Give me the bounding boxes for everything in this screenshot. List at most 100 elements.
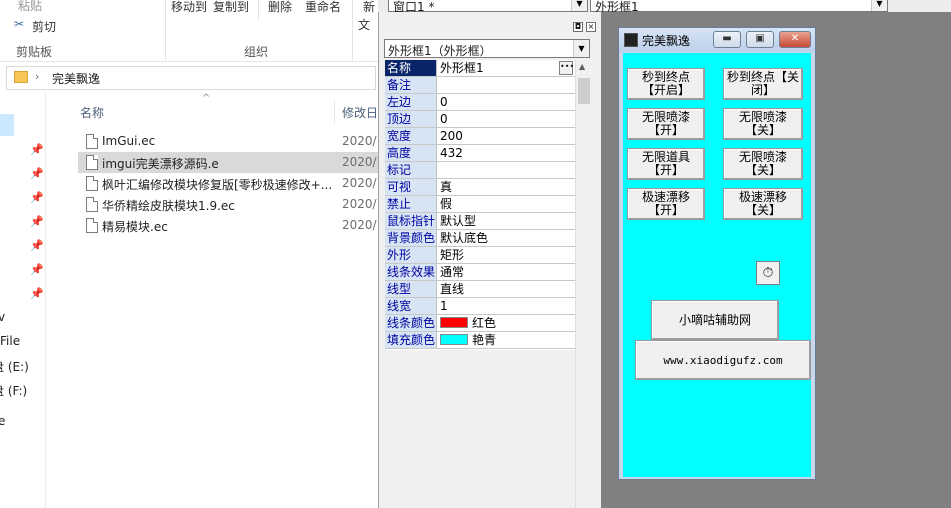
pin-icon[interactable]: 📌: [30, 143, 44, 156]
fast-drift-on-button[interactable]: 极速漂移【开】: [627, 188, 705, 220]
nav-item[interactable]: File: [0, 334, 20, 348]
paste-button[interactable]: 粘贴: [18, 0, 42, 14]
ribbon-divider: [352, 0, 353, 60]
property-value[interactable]: 直线: [440, 281, 464, 297]
file-date: 2020/: [342, 197, 377, 211]
copy-to-button[interactable]: 复制到: [213, 0, 249, 15]
property-panel: ◘ × 外形框1（外形框） ▼ 名称 外形框1 ••• 备注 左边 0 顶边 0…: [378, 12, 602, 508]
window-titlebar[interactable]: 完美飘逸 ▬ ▣ ✕: [619, 28, 815, 52]
window-select[interactable]: 窗口1 * ▼: [388, 0, 588, 14]
scrollbar-thumb[interactable]: [578, 78, 590, 104]
chevron-down-icon[interactable]: ▼: [571, 0, 587, 11]
close-icon[interactable]: ×: [586, 22, 596, 32]
property-value[interactable]: 假: [440, 196, 452, 212]
file-name: 枫叶汇编修改模块修复版[零秒极速修改+...: [102, 178, 333, 192]
file-row[interactable]: 精易模块.ec 2020/: [78, 215, 378, 236]
property-row[interactable]: 外形 矩形: [385, 247, 575, 264]
file-row[interactable]: ImGui.ec 2020/: [78, 131, 378, 152]
property-value[interactable]: 默认型: [440, 213, 476, 229]
file-date: 2020/: [342, 134, 377, 148]
infinite-nitro-off-button-2[interactable]: 无限喷漆【关】: [723, 148, 803, 180]
chevron-down-icon[interactable]: ▼: [871, 0, 887, 11]
infinite-nitro-on-button[interactable]: 无限喷漆【开】: [627, 108, 705, 140]
property-row[interactable]: 线条效果 通常: [385, 264, 575, 281]
nav-selected-item[interactable]: [0, 114, 14, 136]
property-row[interactable]: 备注: [385, 77, 575, 94]
property-row[interactable]: 背景颜色 默认底色: [385, 230, 575, 247]
property-row[interactable]: 宽度 200: [385, 128, 575, 145]
scroll-up-icon[interactable]: ▲: [579, 62, 585, 71]
property-value[interactable]: 1: [440, 298, 448, 314]
pin-icon[interactable]: 📌: [30, 239, 44, 252]
property-value[interactable]: 红色: [440, 315, 496, 331]
property-value[interactable]: 矩形: [440, 247, 464, 263]
property-row[interactable]: 线宽 1: [385, 298, 575, 315]
nav-item-drive-f[interactable]: 盘 (F:): [0, 382, 27, 399]
timer-icon[interactable]: ⏱: [756, 261, 780, 285]
property-row[interactable]: 高度 432: [385, 145, 575, 162]
new-button[interactable]: 新: [363, 0, 375, 15]
pin-icon[interactable]: 📌: [30, 287, 44, 300]
restore-icon[interactable]: ◘: [573, 22, 583, 32]
file-row[interactable]: imgui完美漂移源码.e 2020/: [78, 152, 378, 173]
property-row[interactable]: 禁止 假: [385, 196, 575, 213]
control-select[interactable]: 外形框1 ▼: [590, 0, 888, 14]
pin-icon[interactable]: 📌: [30, 215, 44, 228]
pin-icon[interactable]: 📌: [30, 167, 44, 180]
designed-window[interactable]: 完美飘逸 ▬ ▣ ✕ 秒到终点【开启】 秒到终点【关闭】 无限喷漆【开】 无限喷…: [618, 27, 816, 480]
file-row[interactable]: 华侨精绘皮肤模块1.9.ec 2020/: [78, 194, 378, 215]
minimize-button[interactable]: ▬: [713, 31, 741, 48]
property-row[interactable]: 可视 真: [385, 179, 575, 196]
pin-icon[interactable]: 📌: [30, 263, 44, 276]
property-row[interactable]: 鼠标指针 默认型: [385, 213, 575, 230]
breadcrumb[interactable]: 完美飘逸: [52, 70, 100, 87]
nav-item[interactable]: e: [0, 414, 5, 428]
property-value[interactable]: 200: [440, 128, 463, 144]
pin-icon[interactable]: 📌: [30, 191, 44, 204]
file-row[interactable]: 枫叶汇编修改模块修复版[零秒极速修改+... 2020/: [78, 173, 378, 194]
property-row[interactable]: 顶边 0: [385, 111, 575, 128]
address-bar[interactable]: › 完美飘逸: [0, 63, 378, 91]
close-button[interactable]: ✕: [779, 31, 811, 48]
delete-button[interactable]: 删除: [268, 0, 292, 15]
rename-button[interactable]: 重命名: [305, 0, 341, 15]
property-value[interactable]: 432: [440, 145, 463, 161]
column-name[interactable]: 名称: [80, 104, 104, 121]
property-value[interactable]: 0: [440, 94, 448, 110]
cut-button[interactable]: 剪切: [32, 18, 56, 35]
instant-finish-on-button[interactable]: 秒到终点【开启】: [627, 68, 705, 100]
chevron-down-icon[interactable]: ▼: [573, 40, 589, 57]
property-value[interactable]: 通常: [440, 264, 464, 280]
nav-item[interactable]: v: [0, 310, 5, 324]
maximize-button[interactable]: ▣: [746, 31, 774, 48]
property-row[interactable]: 填充颜色 艳青: [385, 332, 575, 349]
property-row[interactable]: 名称 外形框1 •••: [385, 60, 575, 77]
property-row[interactable]: 标记: [385, 162, 575, 179]
property-value[interactable]: 真: [440, 179, 452, 195]
column-divider[interactable]: [334, 100, 335, 124]
move-to-button[interactable]: 移动到: [171, 0, 207, 15]
property-row[interactable]: 线条颜色 红色: [385, 315, 575, 332]
property-name: 备注: [385, 77, 437, 93]
nav-item-drive-e[interactable]: 盘 (E:): [0, 358, 29, 375]
site-button[interactable]: 小嘀咕辅助网: [651, 300, 779, 340]
property-value[interactable]: 外形框1: [440, 60, 484, 76]
infinite-items-on-button[interactable]: 无限道具【开】: [627, 148, 705, 180]
property-value[interactable]: 0: [440, 111, 448, 127]
url-button[interactable]: www.xiaodigufz.com: [635, 340, 811, 380]
fast-drift-off-button[interactable]: 极速漂移【关】: [723, 188, 803, 220]
file-icon: [86, 134, 98, 149]
property-row[interactable]: 线型 直线: [385, 281, 575, 298]
column-date[interactable]: 修改日: [342, 104, 378, 121]
object-select[interactable]: 外形框1（外形框） ▼: [384, 39, 590, 58]
column-header: ^ 名称 修改日: [60, 93, 378, 124]
property-value[interactable]: 默认底色: [440, 230, 488, 246]
instant-finish-off-button[interactable]: 秒到终点【关闭】: [723, 68, 803, 100]
property-scrollbar[interactable]: ▲: [575, 60, 591, 508]
property-value[interactable]: 艳青: [440, 332, 496, 348]
property-name: 线宽: [385, 298, 437, 314]
ellipsis-button[interactable]: •••: [559, 61, 574, 75]
property-row[interactable]: 左边 0: [385, 94, 575, 111]
chevron-right-icon[interactable]: ›: [35, 70, 39, 83]
infinite-nitro-off-button[interactable]: 无限喷漆【关】: [723, 108, 803, 140]
